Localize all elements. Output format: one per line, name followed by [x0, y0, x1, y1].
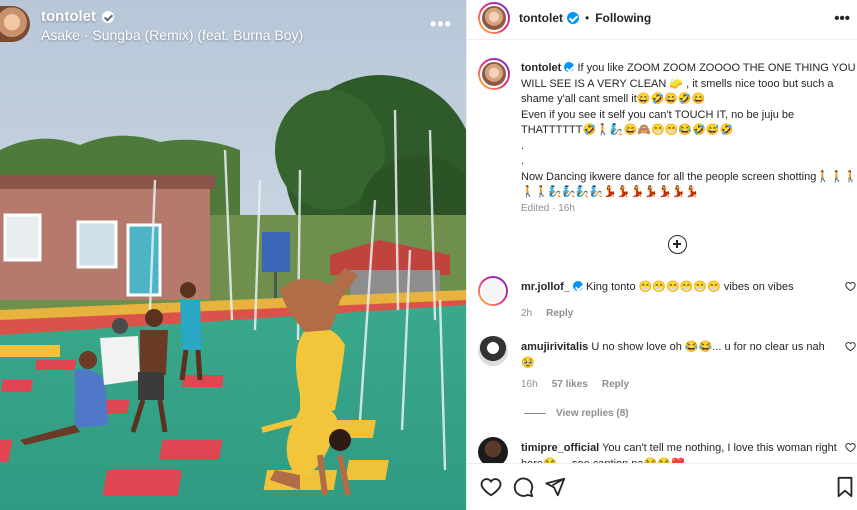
comment-meta: 16h 57 likes Reply	[521, 379, 629, 390]
verified-badge-icon	[567, 12, 579, 24]
verified-badge-icon	[572, 281, 583, 291]
audio-track-link[interactable]: Asake · Sungba (Remix) (feat. Burna Boy)	[41, 27, 303, 43]
comment-item: timipre_official You can't tell me nothi…	[478, 437, 857, 463]
heart-icon[interactable]	[845, 281, 856, 292]
reply-button[interactable]: Reply	[602, 379, 629, 390]
comment-username[interactable]: timipre_official	[521, 442, 599, 454]
comment-text: King tonto 😁😁😁😁😁😁 vibes on vibes	[586, 281, 794, 293]
avatar[interactable]	[478, 276, 508, 306]
heart-icon[interactable]	[845, 341, 856, 352]
bookmark-icon[interactable]	[834, 476, 856, 498]
comment-icon[interactable]	[512, 476, 534, 498]
comment-likes[interactable]: 57 likes	[552, 379, 588, 390]
comment-time: 2h	[521, 308, 533, 319]
caption-text: If you like ZOOM ZOOM ZOOOO THE ONE THIN…	[521, 62, 857, 198]
reply-button[interactable]: Reply	[546, 308, 573, 319]
caption-text-block: tontolet If you like ZOOM ZOOM ZOOOO THE…	[521, 61, 857, 201]
username[interactable]: tontolet	[519, 11, 563, 25]
view-replies-button[interactable]: View replies (8)	[524, 408, 629, 419]
share-icon[interactable]	[544, 476, 566, 498]
more-options-icon[interactable]: •••	[430, 14, 452, 35]
verified-badge-icon	[101, 10, 114, 23]
comment-time: 16h	[521, 379, 538, 390]
separator: •	[585, 11, 590, 25]
post-header: tontolet • Following •••	[467, 0, 857, 40]
more-options-icon[interactable]: •••	[834, 10, 850, 27]
view-replies-label[interactable]: View replies (8)	[556, 408, 629, 419]
caption-username[interactable]: tontolet	[521, 62, 561, 74]
divider	[524, 413, 546, 414]
avatar[interactable]	[478, 437, 508, 463]
avatar[interactable]	[478, 2, 510, 34]
post-details-panel: tontolet • Following ••• tontolet If you…	[466, 0, 857, 510]
comment-text-block: timipre_official You can't tell me nothi…	[521, 441, 839, 463]
comment-text-block: mr.jollof_ King tonto 😁😁😁😁😁😁 vibes on vi…	[521, 280, 839, 296]
comment-meta: 2h Reply	[521, 308, 573, 319]
verified-badge-icon	[564, 62, 575, 72]
avatar[interactable]	[478, 58, 510, 90]
username-label[interactable]: tontolet	[41, 8, 96, 25]
post-media[interactable]: tontolet Asake · Sungba (Remix) (feat. B…	[0, 0, 466, 510]
avatar[interactable]	[478, 336, 508, 366]
caption-meta: Edited · 16h	[521, 203, 575, 214]
comment-text-block: amujirivitalis U no show love oh 😂😂... u…	[521, 340, 839, 371]
action-bar	[467, 463, 857, 510]
media-username[interactable]: tontolet	[41, 8, 114, 25]
heart-icon[interactable]	[845, 442, 856, 453]
avatar[interactable]	[0, 6, 30, 42]
media-header: tontolet Asake · Sungba (Remix) (feat. B…	[0, 0, 466, 50]
video-frame	[0, 0, 466, 510]
comment-username[interactable]: amujirivitalis	[521, 341, 588, 353]
following-button[interactable]: Following	[595, 11, 651, 25]
add-comment-icon[interactable]	[668, 235, 687, 254]
heart-icon[interactable]	[480, 476, 502, 498]
comment-username[interactable]: mr.jollof_	[521, 281, 570, 293]
